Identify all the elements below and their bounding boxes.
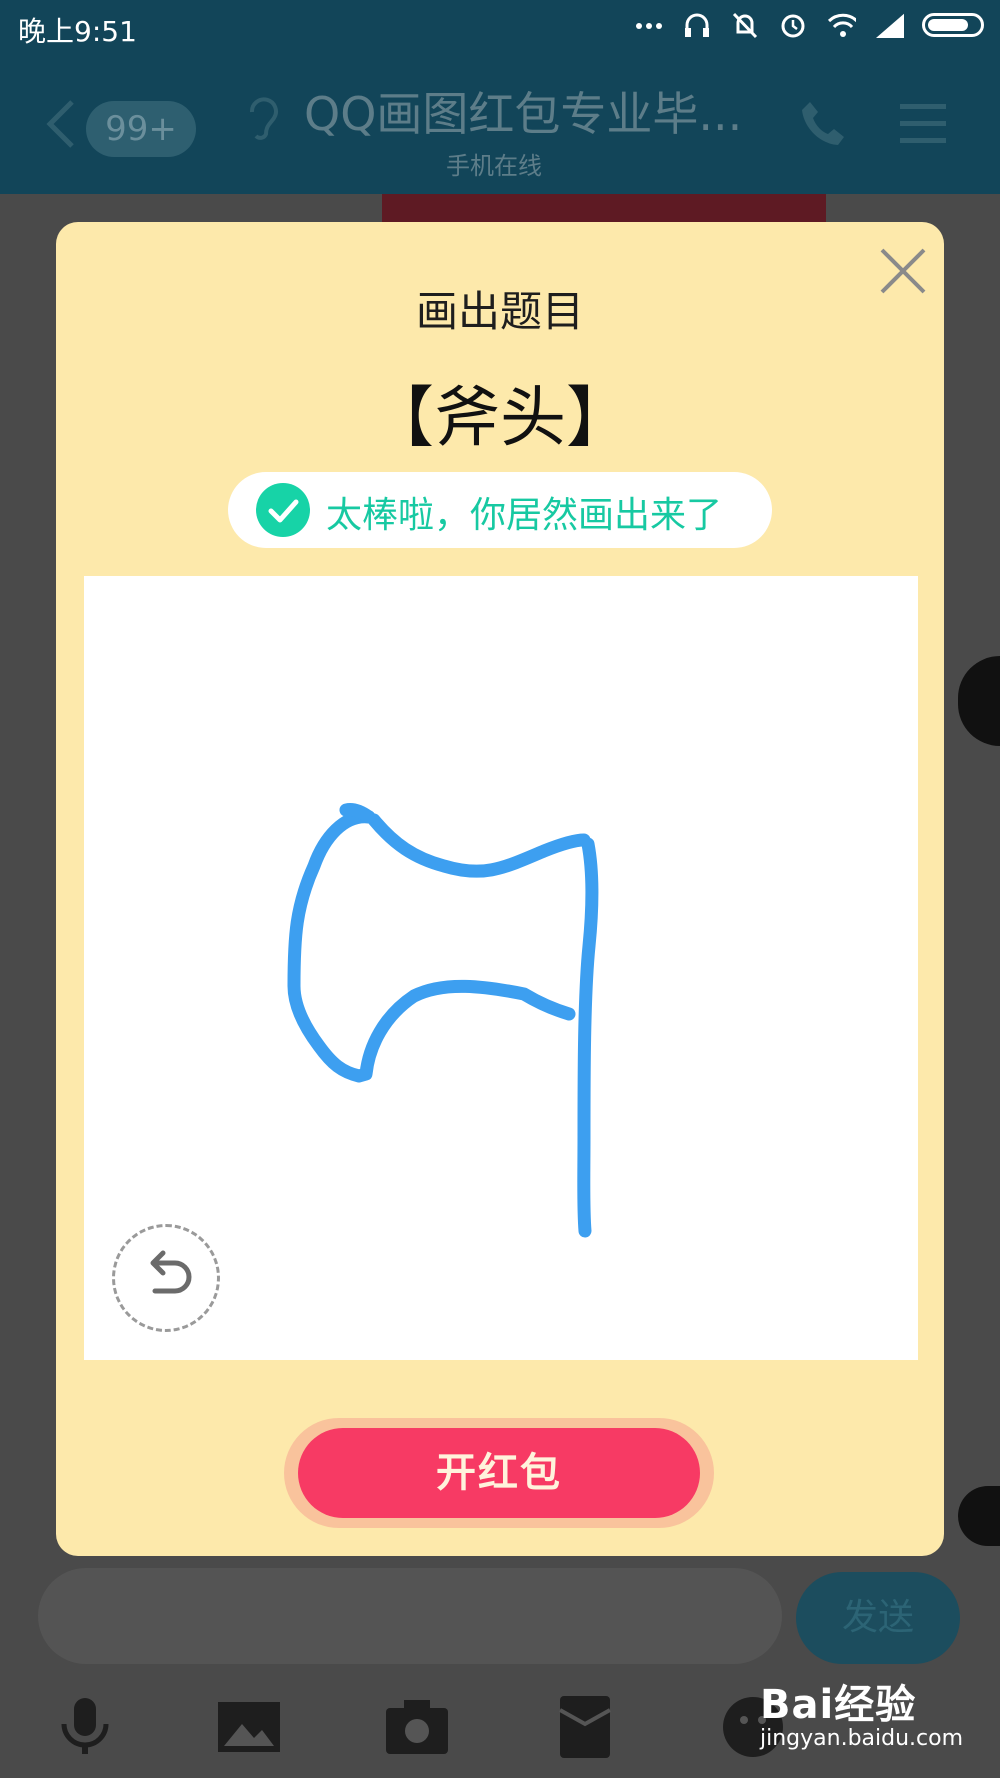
- camera-icon[interactable]: [384, 1694, 450, 1760]
- menu-icon[interactable]: [898, 102, 948, 146]
- draw-red-packet-modal: 画出题目 【斧头】 太棒啦，你居然画出来了 开红包: [56, 222, 944, 1556]
- chat-avatar-edge: [958, 1486, 1000, 1546]
- open-button-halo: 开红包: [284, 1418, 714, 1528]
- chat-header: 99+ QQ画图红包专业毕... 手机在线: [0, 56, 1000, 194]
- message-input[interactable]: [38, 1568, 782, 1664]
- send-button[interactable]: 发送: [796, 1572, 960, 1664]
- drawing-canvas[interactable]: [84, 576, 918, 1360]
- ear-icon: [250, 97, 278, 140]
- axe-cheek-stroke: [339, 803, 376, 824]
- microphone-icon[interactable]: [52, 1694, 118, 1760]
- axe-top-stroke: [367, 813, 591, 878]
- red-packet-icon[interactable]: [552, 1694, 618, 1760]
- phone-icon[interactable]: [798, 98, 848, 148]
- chat-subtitle: 手机在线: [446, 152, 542, 180]
- watermark-url: jingyan.baidu.com: [760, 1726, 964, 1751]
- open-red-packet-button[interactable]: 开红包: [298, 1428, 700, 1518]
- check-circle-icon: [256, 483, 310, 537]
- prompt-word: 【斧头】: [368, 379, 632, 456]
- unread-badge[interactable]: 99+: [86, 101, 196, 157]
- watermark: Bai经验 jingyan.baidu.com: [760, 1672, 963, 1751]
- headset-icon: [682, 10, 712, 40]
- chat-title: QQ画图红包专业毕...: [304, 87, 743, 141]
- status-icons: [634, 10, 984, 40]
- image-icon[interactable]: [216, 1694, 282, 1760]
- signal-icon: [874, 10, 904, 40]
- undo-button[interactable]: [112, 1224, 220, 1332]
- alarm-icon: [778, 10, 808, 40]
- more-icon: [634, 10, 664, 40]
- axe-handle-stroke: [577, 837, 599, 1238]
- undo-icon: [150, 1250, 192, 1294]
- watermark-brand: Bai经验: [760, 1682, 917, 1728]
- battery-icon: [922, 13, 984, 37]
- mute-icon: [730, 10, 760, 40]
- status-bar: 晚上9:51: [0, 0, 1000, 56]
- success-message: 太棒啦，你居然画出来了: [326, 495, 723, 536]
- success-banner: 太棒啦，你居然画出来了: [228, 472, 772, 548]
- modal-title: 画出题目: [415, 287, 584, 336]
- chevron-left-icon[interactable]: [42, 96, 82, 152]
- wifi-icon: [826, 10, 856, 40]
- status-time: 晚上9:51: [18, 15, 137, 48]
- chat-avatar-edge: [958, 656, 1000, 746]
